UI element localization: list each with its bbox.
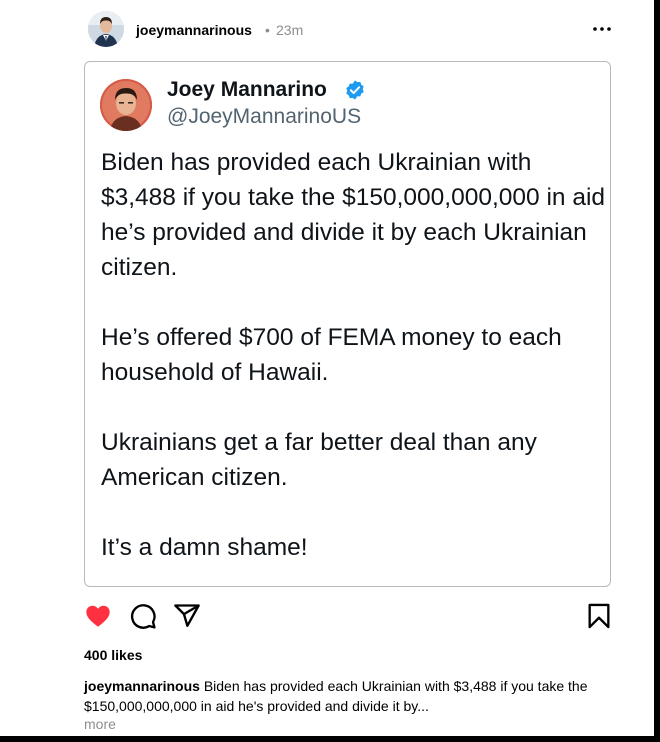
author-avatar[interactable]: [88, 11, 124, 47]
post-timestamp[interactable]: 23m: [276, 22, 303, 38]
tweet-author-avatar: [100, 79, 152, 131]
share-icon[interactable]: [173, 602, 201, 630]
avatar-image: [88, 11, 124, 47]
verified-badge-icon: [344, 79, 366, 101]
post-header: joeymannarinous • 23m: [88, 11, 618, 49]
caption-more-link[interactable]: more: [84, 716, 116, 732]
heart-icon[interactable]: [84, 602, 112, 630]
post-actions: [84, 602, 614, 632]
post-image[interactable]: Joey Mannarino @JoeyMannarinoUS Biden ha…: [84, 61, 611, 587]
tweet-paragraph: He’s offered $700 of FEMA money to each …: [101, 324, 562, 386]
tweet-author-handle: @JoeyMannarinoUS: [167, 105, 362, 128]
caption-username[interactable]: joeymannarinous: [84, 678, 200, 694]
window-edge-right: [654, 0, 660, 742]
post-caption: joeymannarinous Biden has provided each …: [84, 676, 624, 716]
tweet-paragraph: It’s a damn shame!: [101, 534, 308, 561]
bookmark-icon[interactable]: [585, 602, 613, 630]
tweet-paragraph: Biden has provided each Ukrainian with $…: [101, 149, 606, 281]
tweet-body: Biden has provided each Ukrainian with $…: [101, 145, 606, 586]
author-username[interactable]: joeymannarinous: [136, 22, 252, 38]
tweet-author-name: Joey Mannarino: [167, 78, 327, 101]
comment-icon[interactable]: [129, 602, 157, 630]
separator-dot: •: [265, 22, 270, 38]
tweet-paragraph: Ukrainians get a far better deal than an…: [101, 429, 537, 491]
likes-count[interactable]: 400 likes: [84, 647, 142, 663]
window-edge-bottom: [0, 736, 660, 742]
more-horizontal-icon[interactable]: [590, 17, 614, 41]
